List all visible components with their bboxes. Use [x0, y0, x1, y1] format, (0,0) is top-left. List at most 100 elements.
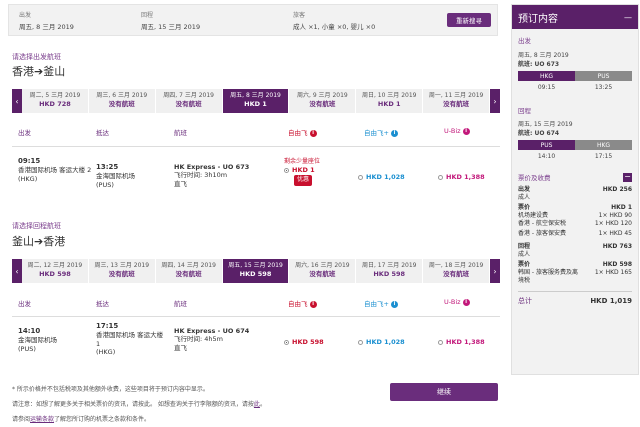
fare1-radio[interactable]	[284, 339, 289, 345]
info-icon[interactable]: i	[391, 300, 399, 308]
passenger-summary: 旅客 成人 ×1, 小童 ×0, 婴儿 ×0	[293, 10, 375, 31]
prev-dates-arrow-icon[interactable]: ‹	[12, 89, 22, 113]
inbound-date-cell-selected[interactable]: 周五, 15 三月 2019 HKD 598	[222, 259, 290, 283]
price-note: * 所示价格并不包括税项及其他额外收费，这些项目将于预订内容中显示。	[12, 386, 209, 393]
grand-total-label: 总计	[518, 297, 532, 306]
info-icon[interactable]: i	[462, 127, 470, 135]
inbound-fare2-option[interactable]: HKD 1,028	[358, 338, 405, 346]
dep-code: (PUS)	[18, 344, 36, 353]
depart-label: 出发	[19, 12, 32, 19]
outbound-date-cell[interactable]: 周三, 6 三月 2019 没有航班	[88, 89, 156, 113]
date-price: 没有航班	[309, 269, 336, 278]
info-note: 请注意：如想了解更多关于相关票价的资讯，请按此。 如想查询关于行李限额的资讯，请…	[12, 401, 266, 408]
inbound-date-cell[interactable]: 周四, 14 三月 2019 没有航班	[155, 259, 223, 283]
return-label: 回程	[141, 12, 154, 19]
passenger-value: 成人 ×1, 小童 ×0, 婴儿 ×0	[293, 23, 376, 31]
inbound-date-cell[interactable]: 周一, 18 三月 2019 没有航班	[423, 259, 491, 283]
info-icon[interactable]: i	[309, 300, 317, 308]
inbound-date-cell[interactable]: 周日, 17 三月 2019 HKD 598	[356, 259, 424, 283]
inbound-fare3-option[interactable]: HKD 1,388	[438, 338, 485, 346]
inbound-date-strip: ‹ 周二, 12 三月 2019 HKD 598 周三, 13 三月 2019 没有…	[12, 259, 501, 283]
minus-icon[interactable]: —	[624, 13, 632, 22]
outbound-flight-info: HK Express - UO 673 飞行时间: 3h10m 直飞	[174, 163, 249, 188]
inbound-origin: 釜山	[12, 235, 34, 248]
arr-code: (HKG)	[96, 347, 116, 356]
col-flight: 航班	[174, 129, 187, 137]
date-label: 周日, 17 三月 2019	[361, 262, 417, 269]
route-arr-time: 17:15	[594, 153, 613, 160]
booking-summary-panel: 预订内容 — 出发 周五, 8 三月 2019 航班: UO 673 HKG P…	[511, 4, 639, 375]
outbound-fare2-option[interactable]: HKD 1,028	[358, 173, 405, 181]
re-search-button[interactable]: 重新搜寻	[447, 13, 491, 27]
fare2-radio[interactable]	[358, 339, 363, 345]
arr-code: (PUS)	[96, 180, 114, 189]
info-note-text: 请注意：如想了解更多关于相关票价的资讯，请按此。 如想查询关于行李限额的资讯，请…	[12, 401, 254, 408]
date-label: 周六, 9 三月 2019	[297, 92, 348, 99]
col-arrive: 抵达	[96, 300, 109, 308]
inbound-date-cell[interactable]: 周六, 16 三月 2019 没有航班	[289, 259, 357, 283]
date-price: 没有航班	[108, 269, 135, 278]
sidebar-outbound-label: 出发	[518, 37, 531, 45]
col-fare1[interactable]: 自由飞 i	[288, 127, 317, 137]
outbound-date-cell[interactable]: 周二, 5 三月 2019 HKD 728	[22, 89, 89, 113]
inbound-destination: 香港	[43, 235, 66, 248]
flight-stops: 直飞	[174, 179, 187, 188]
info-icon[interactable]: i	[309, 129, 317, 137]
outbound-date-cell[interactable]: 周四, 7 三月 2019 没有航班	[155, 89, 223, 113]
inbound-fare1-option[interactable]: HKD 598	[284, 338, 324, 346]
outbound-fare3-option[interactable]: HKD 1,388	[438, 173, 485, 181]
inbound-arrival: 17:15 香港国际机场 客运大楼 1 (HKG)	[96, 322, 168, 356]
collapse-icon[interactable]: −	[623, 172, 632, 182]
route-arrow-icon: ➔	[34, 65, 44, 78]
seats-left-notice: 剩余少量座位	[284, 158, 321, 165]
outbound-date-cell[interactable]: 周一, 11 三月 2019 没有航班	[423, 89, 491, 113]
terms-link[interactable]: 运输条款	[30, 416, 54, 423]
continue-button[interactable]: 继续	[390, 383, 498, 401]
date-label: 周五, 15 三月 2019	[228, 262, 283, 269]
fee-value: 1× HKD 45	[598, 230, 632, 238]
outbound-date-cell[interactable]: 周六, 9 三月 2019 没有航班	[289, 89, 357, 113]
inbound-date-cell[interactable]: 周二, 12 三月 2019 HKD 598	[22, 259, 89, 283]
arr-time: 17:15	[96, 322, 119, 330]
info-icon[interactable]: i	[391, 129, 399, 137]
col-fare1-label: 自由飞	[288, 300, 308, 308]
route-from: PUS	[518, 140, 575, 150]
col-fare1[interactable]: 自由飞 i	[288, 298, 317, 308]
outbound-fare1-option[interactable]: 剩余少量座位 HKD 1 优惠	[284, 158, 320, 186]
col-fare3[interactable]: U-Biz i	[444, 127, 470, 135]
inbound-route: 釜山➔香港	[12, 233, 65, 249]
promo-badge: 优惠	[294, 175, 313, 186]
fare1-radio[interactable]	[284, 167, 289, 173]
col-fare2[interactable]: 自由飞+ i	[364, 298, 399, 308]
date-label: 周四, 7 三月 2019	[163, 92, 214, 99]
outbound-date-cell[interactable]: 周日, 10 三月 2019 HKD 1	[356, 89, 424, 113]
date-label: 周三, 13 三月 2019	[94, 262, 150, 269]
col-depart: 出发	[18, 300, 31, 308]
col-fare2-label: 自由飞+	[364, 300, 389, 308]
outbound-origin: 香港	[12, 65, 34, 78]
fee-value: HKD 256	[602, 186, 632, 193]
fees-label: 票价及收费	[518, 174, 551, 182]
outbound-route: 香港➔釜山	[12, 63, 65, 79]
inbound-date-cell[interactable]: 周三, 13 三月 2019 没有航班	[88, 259, 156, 283]
next-dates-arrow-icon[interactable]: ›	[490, 89, 501, 113]
outbound-departure: 09:15 香港国际机场 客运大楼 2 (HKG)	[18, 157, 98, 183]
baggage-info-link[interactable]: 此	[254, 401, 260, 408]
fare3-radio[interactable]	[438, 174, 443, 180]
col-fare3[interactable]: U-Biz i	[444, 298, 470, 306]
sidebar-outbound-date: 周五, 8 三月 2019	[518, 52, 569, 59]
fare3-radio[interactable]	[438, 339, 443, 345]
dep-time: 14:10	[18, 327, 41, 335]
sidebar-return-route: PUS HKG	[518, 140, 632, 150]
prev-dates-arrow-icon[interactable]: ‹	[12, 259, 22, 283]
outbound-date-cell-selected[interactable]: 周五, 8 三月 2019 HKD 1	[222, 89, 290, 113]
fare3-price: HKD 1,388	[446, 173, 485, 181]
fare2-radio[interactable]	[358, 174, 363, 180]
info-icon[interactable]: i	[462, 298, 470, 306]
outbound-destination: 釜山	[43, 65, 66, 78]
route-to: PUS	[575, 71, 632, 81]
sidebar-return-times: 14:10 17:15	[518, 153, 632, 160]
col-fare2[interactable]: 自由飞+ i	[364, 127, 399, 137]
fee-label: 票价	[518, 260, 531, 268]
next-dates-arrow-icon[interactable]: ›	[490, 259, 501, 283]
